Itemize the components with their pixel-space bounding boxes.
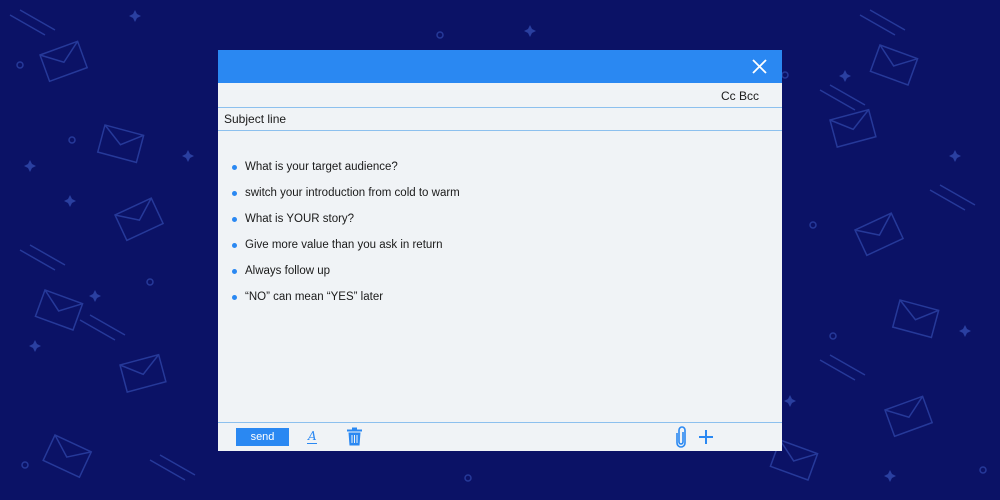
- subject-row: [218, 108, 782, 131]
- bullet-icon: [232, 217, 237, 222]
- list-item: Give more value than you ask in return: [232, 239, 460, 266]
- email-compose-window: Cc Bcc What is your target audience? swi…: [218, 50, 782, 451]
- list-item: “NO” can mean “YES” later: [232, 291, 460, 318]
- format-text-glyph: A: [308, 429, 317, 443]
- bullet-text: switch your introduction from cold to wa…: [245, 187, 460, 199]
- close-icon[interactable]: [751, 58, 768, 75]
- bullet-text: What is YOUR story?: [245, 213, 355, 225]
- list-item: switch your introduction from cold to wa…: [232, 187, 460, 214]
- bullet-icon: [232, 243, 237, 248]
- compose-toolbar: send A: [218, 422, 782, 451]
- format-text-icon[interactable]: A: [307, 428, 319, 446]
- message-body[interactable]: What is your target audience? switch you…: [232, 161, 460, 318]
- cc-bcc-toggle[interactable]: Cc Bcc: [721, 89, 759, 103]
- bullet-text: Always follow up: [245, 265, 331, 277]
- list-item: What is your target audience?: [232, 161, 460, 188]
- send-button[interactable]: send: [236, 428, 289, 446]
- format-text-underline: [307, 443, 317, 444]
- bullet-icon: [232, 269, 237, 274]
- title-bar: [218, 50, 782, 83]
- bullet-icon: [232, 165, 237, 170]
- recipient-row: Cc Bcc: [218, 83, 782, 108]
- list-item: What is YOUR story?: [232, 213, 460, 240]
- bullet-icon: [232, 295, 237, 300]
- bullet-text: “NO” can mean “YES” later: [245, 291, 384, 303]
- bullet-icon: [232, 191, 237, 196]
- paperclip-icon[interactable]: [676, 426, 686, 448]
- trash-icon[interactable]: [347, 427, 362, 446]
- subject-input[interactable]: [224, 111, 764, 127]
- plus-icon[interactable]: [699, 430, 713, 444]
- list-item: Always follow up: [232, 265, 460, 292]
- bullet-text: Give more value than you ask in return: [245, 239, 443, 251]
- bullet-text: What is your target audience?: [245, 161, 398, 173]
